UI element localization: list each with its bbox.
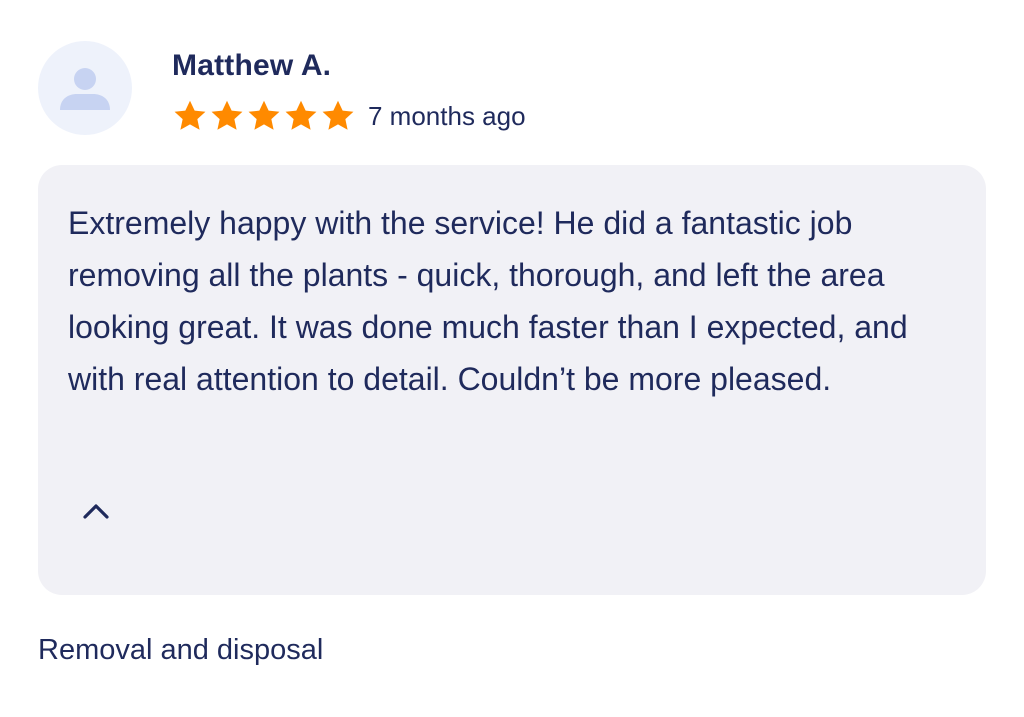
star-icon (322, 100, 354, 130)
star-icon (248, 100, 280, 130)
service-tag: Removal and disposal (38, 634, 324, 666)
rating-row: 7 months ago (172, 96, 526, 136)
star-icon (285, 100, 317, 130)
chevron-up-icon (83, 504, 109, 519)
star-icon (211, 100, 243, 130)
user-silhouette-icon (60, 68, 110, 110)
collapse-review-button[interactable] (74, 493, 118, 529)
star-rating (172, 98, 356, 134)
review-text: Extremely happy with the service! He did… (68, 205, 908, 397)
avatar (38, 41, 132, 135)
review-text-box: Extremely happy with the service! He did… (38, 165, 986, 595)
star-icon (174, 100, 206, 130)
review-date: 7 months ago (368, 101, 526, 131)
review-card: Matthew A. 7 months ago Extremely happy … (0, 0, 1024, 717)
reviewer-name: Matthew A. (172, 49, 332, 82)
